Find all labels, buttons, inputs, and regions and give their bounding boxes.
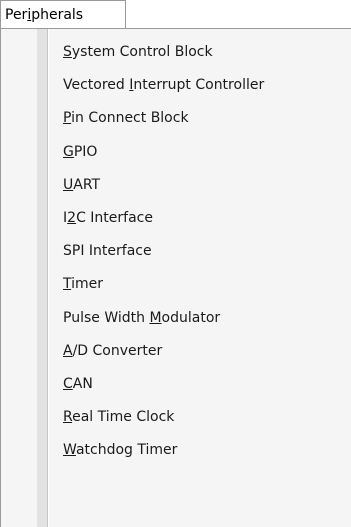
menu-item-label: I2C Interface — [63, 209, 153, 226]
menu-item-label: Vectored Interrupt Controller — [63, 77, 265, 94]
menu-item-i2c-interface[interactable]: I2C Interface — [1, 202, 351, 235]
menu-item-watchdog-timer[interactable]: Watchdog Timer — [1, 434, 351, 467]
peripherals-dropdown: System Control Block Vectored Interrupt … — [0, 28, 351, 527]
menu-item-label: SPI Interface — [63, 243, 152, 260]
menu-item-spi-interface[interactable]: SPI Interface — [1, 235, 351, 268]
menu-item-label: Real Time Clock — [63, 409, 175, 426]
menu-item-can[interactable]: CAN — [1, 368, 351, 401]
menu-item-label: Pulse Width Modulator — [63, 309, 221, 326]
menu-peripherals-label-pre: Per — [5, 7, 28, 23]
menu-peripherals[interactable]: Peripherals — [0, 0, 126, 28]
menu-item-uart[interactable]: UART — [1, 169, 351, 202]
menu-item-label: Timer — [63, 276, 104, 293]
menu-item-label: UART — [63, 176, 101, 193]
menu-item-pulse-width-modulator[interactable]: Pulse Width Modulator — [1, 302, 351, 335]
menu-item-vectored-interrupt-controller[interactable]: Vectored Interrupt Controller — [1, 69, 351, 102]
menu-item-label: Watchdog Timer — [63, 442, 178, 459]
menu-item-system-control-block[interactable]: System Control Block — [1, 36, 351, 69]
menu-item-timer[interactable]: Timer — [1, 268, 351, 301]
menu-item-real-time-clock[interactable]: Real Time Clock — [1, 401, 351, 434]
menu-item-pin-connect-block[interactable]: Pin Connect Block — [1, 102, 351, 135]
menu-item-gpio[interactable]: GPIO — [1, 136, 351, 169]
menu-item-label: Pin Connect Block — [63, 110, 189, 127]
menu-item-label: GPIO — [63, 143, 98, 160]
menu-item-ad-converter[interactable]: A/D Converter — [1, 335, 351, 368]
menu-items: System Control Block Vectored Interrupt … — [1, 36, 351, 467]
menu-item-label: A/D Converter — [63, 342, 163, 359]
menu-peripherals-label-post: pherals — [31, 7, 84, 23]
menu-item-label: System Control Block — [63, 44, 213, 60]
menu-item-label: CAN — [63, 375, 93, 392]
